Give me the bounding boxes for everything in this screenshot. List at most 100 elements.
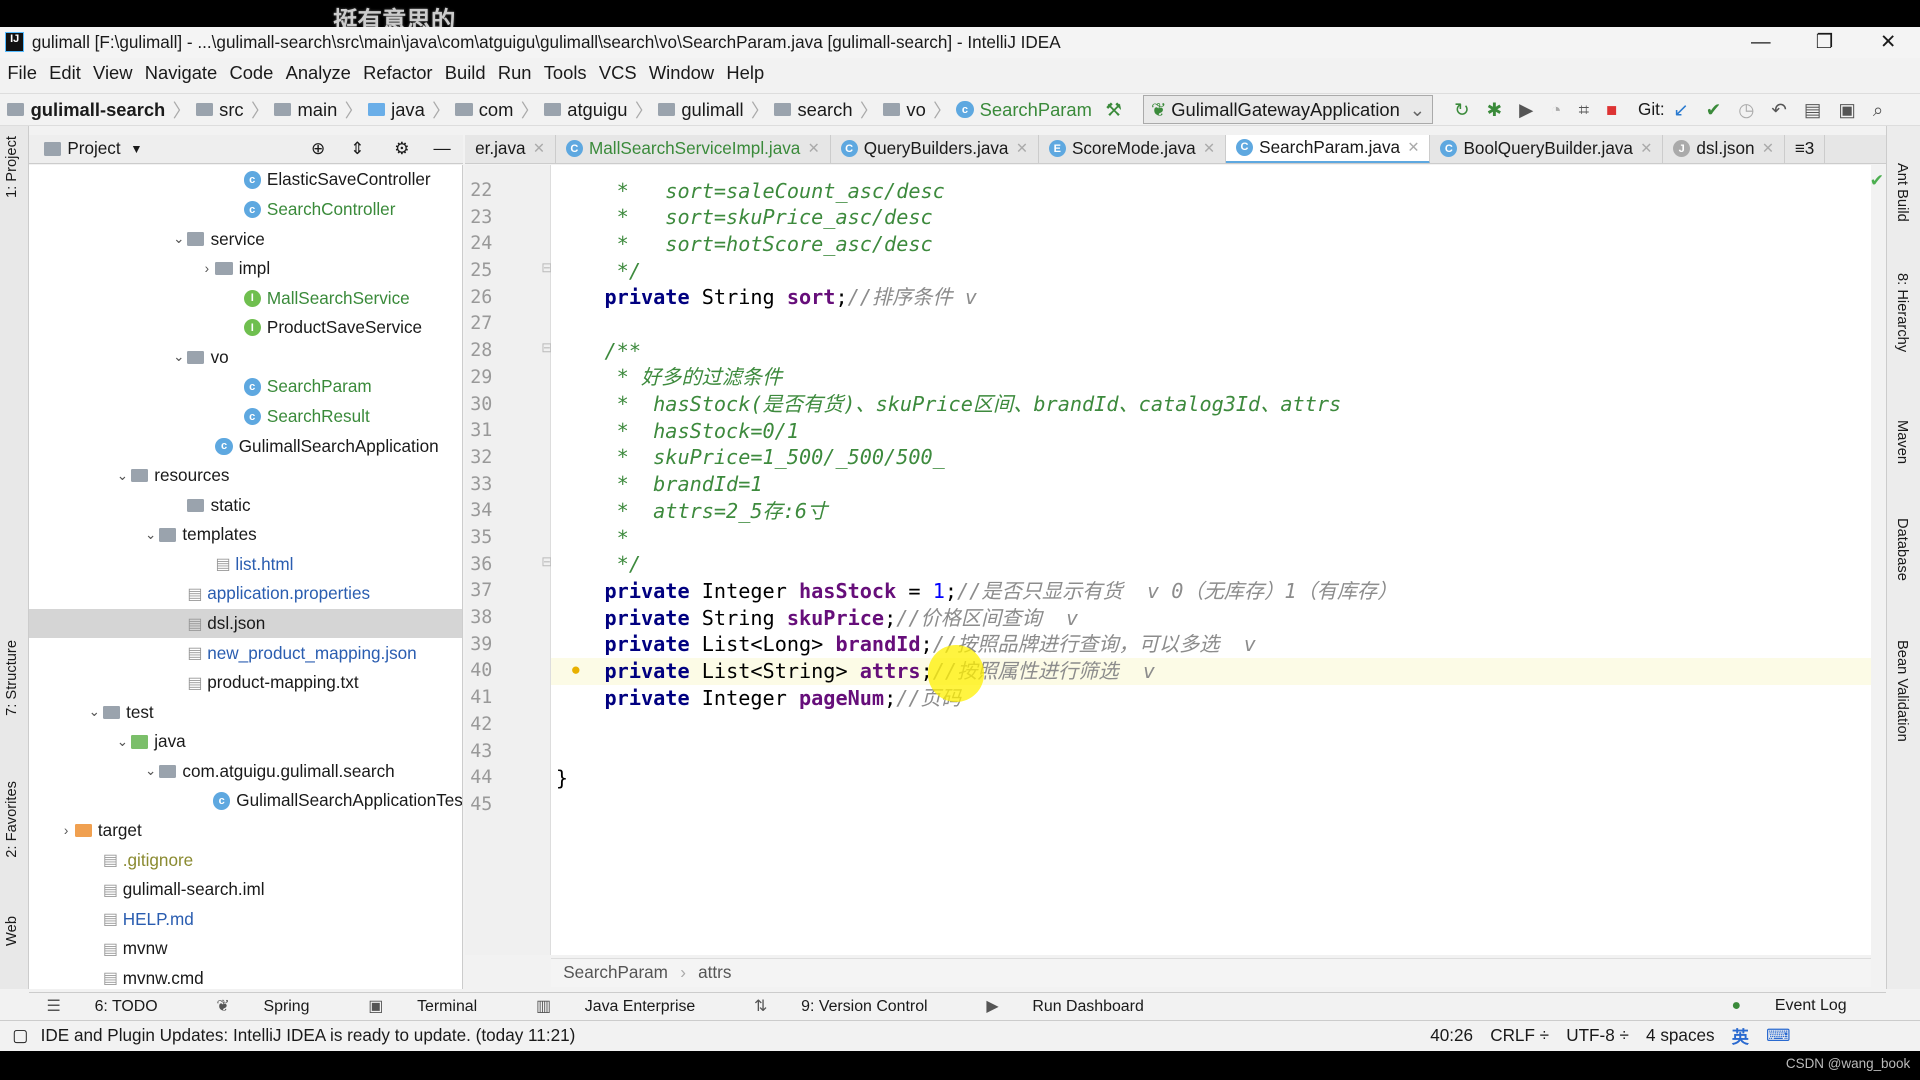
code-line[interactable]: [551, 311, 1871, 338]
code-line[interactable]: [551, 711, 1871, 738]
code-line[interactable]: }: [551, 765, 1871, 792]
tree-item[interactable]: ⌄ com.atguigu.gulimall.search: [29, 757, 461, 786]
tree-item[interactable]: ⌄ test: [29, 698, 461, 727]
code-line[interactable]: private Integer pageNum;//页码: [551, 685, 1871, 712]
stop-icon[interactable]: ■: [1606, 99, 1617, 121]
tab-SearchParam.java[interactable]: C SearchParam.java ✕: [1226, 134, 1431, 164]
event-log-button[interactable]: ● Event Log: [1732, 997, 1876, 1015]
left-tab-1[interactable]: 7: Structure: [4, 640, 20, 716]
hide-panel-icon[interactable]: —: [433, 138, 450, 159]
code-line[interactable]: *: [551, 525, 1871, 552]
close-tab-icon[interactable]: ✕: [808, 140, 820, 157]
tree-item[interactable]: ▤ gulimall-search.iml: [29, 875, 461, 904]
close-tab-icon[interactable]: ✕: [1762, 140, 1774, 157]
status-toggle-icon[interactable]: ▢: [12, 1025, 28, 1046]
tree-item[interactable]: c SearchParam: [29, 372, 461, 401]
expand-arrow-icon[interactable]: ⌄: [142, 763, 159, 779]
tree-item[interactable]: static: [29, 491, 461, 520]
close-tab-icon[interactable]: ✕: [1203, 140, 1215, 157]
tree-item[interactable]: ▤ HELP.md: [29, 905, 461, 934]
expand-arrow-icon[interactable]: ⌄: [170, 349, 187, 365]
minimize-button[interactable]: —: [1729, 27, 1793, 58]
code-line[interactable]: */: [551, 551, 1871, 578]
breadcrumb-java[interactable]: java 〉: [367, 97, 451, 123]
close-button[interactable]: ✕: [1856, 27, 1920, 58]
close-tab-icon[interactable]: ✕: [1407, 139, 1419, 156]
tree-item[interactable]: c SearchResult: [29, 402, 461, 431]
profile-icon[interactable]: ◔: [1550, 99, 1561, 121]
code-line[interactable]: * sort=saleCount_asc/desc: [551, 178, 1871, 205]
right-tab-0[interactable]: Ant Build: [1894, 163, 1910, 222]
breadcrumb-gulimall-search[interactable]: gulimall-search 〉: [7, 97, 191, 123]
code-line[interactable]: private String skuPrice;//价格区间查询 v: [551, 605, 1871, 632]
tree-item[interactable]: › impl: [29, 254, 461, 283]
expand-arrow-icon[interactable]: ⌄: [114, 734, 131, 750]
git-update-icon[interactable]: ↙: [1673, 99, 1688, 121]
debug-icon[interactable]: ✱: [1487, 99, 1502, 121]
expand-arrow-icon[interactable]: ⌄: [86, 704, 103, 720]
right-tab-2[interactable]: Maven: [1894, 420, 1910, 464]
tree-item[interactable]: I MallSearchService: [29, 284, 461, 313]
project-view-select[interactable]: Project: [67, 138, 120, 159]
code-line[interactable]: private String sort;//排序条件 v: [551, 284, 1871, 311]
tab-dsl.json[interactable]: Jdsl.json ✕: [1663, 134, 1785, 164]
code-editor[interactable]: * sort=saleCount_asc/desc * sort=skuPric…: [551, 165, 1872, 956]
tree-item[interactable]: ⌄ vo: [29, 343, 461, 372]
lightbulb-icon[interactable]: ●: [571, 659, 581, 680]
tree-item[interactable]: ▤ mvnw.cmd: [29, 964, 461, 990]
breadcrumb-search[interactable]: search 〉: [774, 97, 878, 123]
right-tab-4[interactable]: Bean Validation: [1894, 640, 1910, 742]
code-line[interactable]: [551, 792, 1871, 819]
tree-item[interactable]: › target: [29, 816, 461, 845]
right-tab-1[interactable]: 8: Hierarchy: [1894, 273, 1910, 352]
breadcrumb-src[interactable]: src 〉: [195, 97, 269, 123]
code-line[interactable]: /**: [551, 338, 1871, 365]
code-line[interactable]: * brandId=1: [551, 471, 1871, 498]
breadcrumb-atguigu[interactable]: atguigu 〉: [543, 97, 653, 123]
tree-item[interactable]: ▤ list.html: [29, 550, 461, 579]
revert-icon[interactable]: ↶: [1771, 99, 1786, 121]
tree-item[interactable]: ⌄ java: [29, 727, 461, 756]
tree-item[interactable]: c GulimallSearchApplication: [29, 431, 461, 460]
breadcrumb-class[interactable]: SearchParam: [563, 962, 668, 983]
status-message[interactable]: IDE and Plugin Updates: IntelliJ IDEA is…: [41, 1025, 576, 1046]
tabs-overflow-button[interactable]: ≡3: [1785, 134, 1826, 164]
tree-item[interactable]: ▤ new_product_mapping.json: [29, 638, 461, 667]
menu-help[interactable]: Help: [726, 62, 764, 84]
toolwindow-0[interactable]: ☰ 6: TODO: [47, 996, 188, 1016]
run-configuration-select[interactable]: ❦ GulimallGatewayApplication ⌄: [1142, 95, 1434, 124]
code-line[interactable]: * skuPrice=1_500/_500/500_: [551, 444, 1871, 471]
toolwindow-5[interactable]: ▶ Run Dashboard: [986, 996, 1173, 1016]
right-tab-3[interactable]: Database: [1894, 518, 1910, 581]
close-tab-icon[interactable]: ✕: [533, 140, 545, 157]
toolwindow-2[interactable]: ▣ Terminal: [368, 996, 506, 1016]
menu-tools[interactable]: Tools: [544, 62, 587, 84]
tab-BoolQueryBuilder.java[interactable]: C BoolQueryBuilder.java ✕: [1430, 134, 1664, 164]
locate-icon[interactable]: ⊕: [311, 138, 325, 159]
tree-item[interactable]: c SearchController: [29, 195, 461, 224]
close-tab-icon[interactable]: ✕: [1016, 140, 1028, 157]
git-commit-icon[interactable]: ✔: [1706, 99, 1721, 121]
menu-vcs[interactable]: VCS: [599, 62, 637, 84]
close-tab-icon[interactable]: ✕: [1640, 140, 1652, 157]
menu-view[interactable]: View: [93, 62, 132, 84]
expand-arrow-icon[interactable]: ⌄: [142, 527, 159, 543]
chevron-down-icon[interactable]: ▼: [130, 142, 142, 156]
code-line[interactable]: private List<String> attrs;//按照属性进行筛选 v: [551, 658, 1872, 685]
tab-QueryBuilders.java[interactable]: C QueryBuilders.java ✕: [831, 134, 1039, 164]
code-line[interactable]: private Integer hasStock = 1;//是否只显示有货 v…: [551, 578, 1871, 605]
caret-position[interactable]: 40:26: [1430, 1025, 1473, 1046]
menu-run[interactable]: Run: [498, 62, 532, 84]
menu-refactor[interactable]: Refactor: [363, 62, 432, 84]
code-line[interactable]: * sort=hotScore_asc/desc: [551, 231, 1871, 258]
maximize-button[interactable]: ❐: [1793, 27, 1857, 58]
breadcrumb-com[interactable]: com 〉: [455, 97, 539, 123]
tree-item[interactable]: ▤ dsl.json: [29, 608, 462, 639]
left-tab-3[interactable]: Web: [4, 916, 20, 946]
tree-item[interactable]: ▤ product-mapping.txt: [29, 668, 461, 697]
expand-arrow-icon[interactable]: ⌄: [170, 231, 187, 247]
code-line[interactable]: * hasStock=0/1: [551, 418, 1871, 445]
tree-item[interactable]: ▤ .gitignore: [29, 845, 461, 874]
history-icon[interactable]: ◷: [1738, 99, 1754, 121]
tree-item[interactable]: ⌄ resources: [29, 461, 461, 490]
